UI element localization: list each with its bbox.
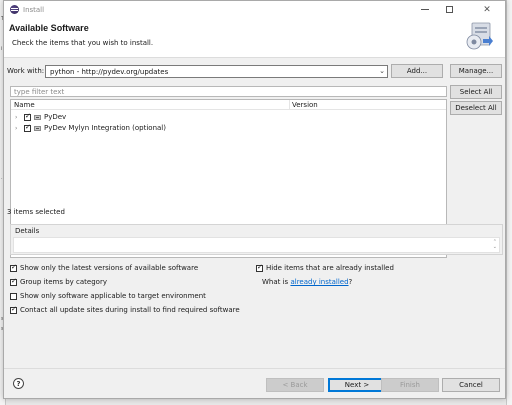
what-is-suffix: ? xyxy=(348,278,353,286)
install-wizard-icon xyxy=(466,22,493,50)
background-window-right xyxy=(506,0,512,405)
column-divider xyxy=(289,100,290,110)
contact-sites-option[interactable]: Contact all update sites during install … xyxy=(10,305,240,314)
filter-placeholder: type filter text xyxy=(14,88,65,96)
latest-versions-label: Show only the latest versions of availab… xyxy=(20,264,199,272)
minimize-button[interactable] xyxy=(413,1,437,18)
latest-versions-checkbox[interactable] xyxy=(10,263,17,272)
hide-installed-checkbox[interactable] xyxy=(256,263,263,272)
column-name[interactable]: Name xyxy=(14,101,35,109)
hide-installed-label: Hide items that are already installed xyxy=(266,264,394,272)
what-is-prefix: What is xyxy=(262,278,289,286)
eclipse-icon xyxy=(10,5,19,14)
contact-sites-label: Contact all update sites during install … xyxy=(20,306,240,314)
page-title: Available Software xyxy=(9,23,89,33)
selection-status: 3 items selected xyxy=(7,208,65,216)
work-with-combo[interactable]: python - http://pydev.org/updates ⌄ xyxy=(45,65,388,78)
latest-versions-option[interactable]: Show only the latest versions of availab… xyxy=(10,263,199,272)
page-description: Check the items that you wish to install… xyxy=(12,39,154,47)
target-environment-option[interactable]: Show only software applicable to target … xyxy=(10,292,206,300)
pydev-mylyn-checkbox[interactable] xyxy=(24,123,31,132)
select-all-button[interactable]: Select All xyxy=(450,85,502,99)
close-icon: ✕ xyxy=(483,4,491,15)
target-environment-checkbox[interactable] xyxy=(10,292,17,300)
wizard-banner: Available Software Check the items that … xyxy=(4,18,505,58)
close-button[interactable]: ✕ xyxy=(475,1,499,18)
cancel-button[interactable]: Cancel xyxy=(442,378,500,392)
install-dialog: Install ✕ Available Software Check the i… xyxy=(3,0,506,399)
finish-button[interactable]: Finish xyxy=(381,378,439,392)
details-textarea[interactable]: ⌃ ⌄ xyxy=(13,237,500,253)
tree-item-label: PyDev xyxy=(44,113,67,121)
back-button[interactable]: < Back xyxy=(266,378,324,392)
title-bar: Install ✕ xyxy=(4,1,505,18)
category-icon xyxy=(34,125,41,131)
category-icon xyxy=(34,114,41,120)
work-with-value: python - http://pydev.org/updates xyxy=(50,68,169,76)
help-icon[interactable]: ? xyxy=(13,378,24,389)
group-by-category-label: Group items by category xyxy=(20,278,107,286)
minimize-icon xyxy=(421,9,429,10)
chevron-down-icon[interactable]: ⌄ xyxy=(379,67,385,75)
pydev-checkbox[interactable] xyxy=(24,112,31,121)
maximize-icon xyxy=(445,6,453,13)
chevron-right-icon[interactable]: › xyxy=(15,125,21,132)
target-environment-label: Show only software applicable to target … xyxy=(20,292,206,300)
what-is-installed-text: What is already installed? xyxy=(262,278,352,286)
maximize-button[interactable] xyxy=(437,1,461,18)
details-label: Details xyxy=(15,227,40,235)
column-version[interactable]: Version xyxy=(292,101,318,109)
hide-installed-option[interactable]: Hide items that are already installed xyxy=(256,263,394,272)
tree-item-pydev[interactable]: › PyDev xyxy=(11,112,446,122)
group-by-category-checkbox[interactable] xyxy=(10,277,17,286)
next-button[interactable]: Next > xyxy=(328,378,386,392)
window-title: Install xyxy=(23,5,45,14)
add-button[interactable]: Add... xyxy=(391,64,443,78)
filter-input[interactable]: type filter text xyxy=(10,86,447,97)
group-by-category-option[interactable]: Group items by category xyxy=(10,277,107,286)
scroll-arrows-icon[interactable]: ⌃ ⌄ xyxy=(493,240,497,250)
contact-sites-checkbox[interactable] xyxy=(10,305,17,314)
chevron-right-icon[interactable]: › xyxy=(15,114,21,121)
footer-separator xyxy=(4,368,505,369)
tree-header: Name Version xyxy=(11,100,446,110)
tree-item-label: PyDev Mylyn Integration (optional) xyxy=(44,124,166,132)
work-with-label: Work with: xyxy=(7,67,45,75)
tree-item-pydev-mylyn[interactable]: › PyDev Mylyn Integration (optional) xyxy=(11,123,446,133)
wizard-content: Work with: python - http://pydev.org/upd… xyxy=(4,58,505,368)
deselect-all-button[interactable]: Deselect All xyxy=(450,101,502,115)
details-group: Details ⌃ ⌄ xyxy=(10,224,503,255)
manage-button[interactable]: Manage... xyxy=(450,64,502,78)
already-installed-link[interactable]: already installed xyxy=(290,278,348,286)
